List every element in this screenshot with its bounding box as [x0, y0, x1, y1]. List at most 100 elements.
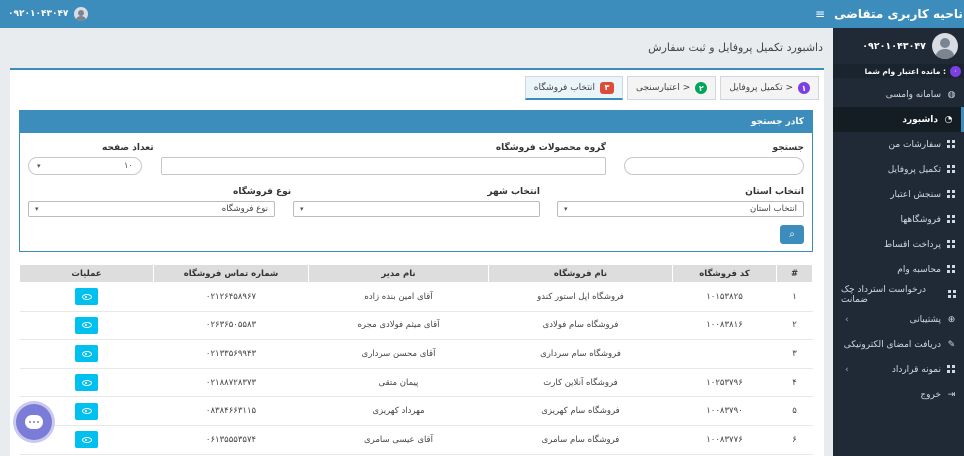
tab-select-store[interactable]: ۳ انتخاب فروشگاه: [524, 76, 623, 100]
product-group-input[interactable]: [161, 157, 606, 175]
sidebar-item-label: داشبورد: [902, 114, 938, 125]
table-header-row: # کد فروشگاه نام فروشگاه نام مدیر شماره …: [19, 264, 813, 283]
hamburger-menu-icon[interactable]: ≡: [815, 7, 825, 21]
sidebar-item-loan-calc[interactable]: محاسبه وام: [833, 257, 964, 282]
store-type-select[interactable]: نوع فروشگاه ▾: [28, 201, 275, 217]
tab-label: تکمیل پروفایل >: [729, 83, 793, 93]
stores-table: # کد فروشگاه نام فروشگاه نام مدیر شماره …: [19, 264, 813, 455]
view-button[interactable]: [75, 374, 98, 392]
search-icon: ⌕: [789, 229, 795, 240]
sidebar-item-stores[interactable]: فروشگاهها: [833, 207, 964, 232]
top-user-menu[interactable]: ۰۹۲۰۱۰۴۳۰۴۷: [8, 7, 89, 21]
dashboard-icon: ◔: [944, 114, 953, 125]
sidebar-item-label: درخواست استرداد چک ضمانت: [841, 284, 927, 305]
tab-credit-check[interactable]: ۲ اعتبارسنجی >: [626, 76, 717, 100]
sidebar-item-dashboard[interactable]: داشبورد ◔: [833, 107, 964, 132]
col-header-actions: عملیات: [19, 264, 154, 283]
view-button[interactable]: [75, 431, 98, 449]
product-group-label: گروه محصولات فروشگاه: [495, 143, 606, 153]
store-code: ۱۰۰۸۳۷۷۶: [672, 425, 777, 455]
store-name: فروشگاه سام سامری: [488, 425, 673, 455]
eye-icon: [81, 379, 92, 386]
sidebar-user-phone: ۰۹۲۰۱۰۴۳۰۴۷: [862, 40, 926, 52]
grid-icon: [947, 140, 956, 149]
eye-icon: [81, 408, 92, 415]
search-panel: کادر جستجو جستجو گروه محصولات فروشگاه تع…: [19, 110, 813, 252]
chevron-down-icon: ▾: [35, 205, 39, 213]
view-button[interactable]: [75, 316, 98, 334]
sidebar-item-my-orders[interactable]: سفارشات من: [833, 132, 964, 157]
store-code: ۱۰۰۸۳۸۱۶: [672, 311, 777, 341]
table-row: ۵ ۱۰۰۸۳۷۹۰ فروشگاه سام کهریزی مهرداد کهر…: [19, 396, 813, 426]
table-row: ۴ ۱۰۲۵۳۷۹۶ فروشگاه آنلاین کارت پیمان متق…: [19, 368, 813, 398]
col-header-store-code: کد فروشگاه: [672, 264, 777, 283]
store-code: ۱۰۱۵۳۸۲۵: [672, 282, 777, 312]
credit-badge: ۰: [950, 65, 961, 77]
main-content: داشبورد تکمیل پروفایل و ثبت سفارش ۱ تکمی…: [0, 28, 833, 456]
sidebar-item-logout[interactable]: خروج ⇥: [833, 382, 964, 407]
tab-label: اعتبارسنجی >: [635, 83, 691, 93]
grid-icon: [947, 265, 956, 274]
store-phone: ۰۸۳۸۴۶۶۳۱۱۵: [153, 396, 309, 426]
chevron-left-icon: ‹: [845, 314, 849, 325]
sidebar: ناحیه کاربری متقاضی ۰۹۲۰۱۰۴۳۰۴۷ مانده اع…: [833, 0, 964, 456]
grid-icon: [947, 240, 956, 249]
sidebar-item-label: خروج: [920, 389, 941, 400]
col-header-manager: نام مدیر: [308, 264, 489, 283]
table-row: ۳ فروشگاه سام سرداری آقای محسن سرداری ۰۲…: [19, 339, 813, 369]
city-label: انتخاب شهر: [487, 187, 540, 197]
eye-icon: [81, 322, 92, 329]
view-button[interactable]: [75, 402, 98, 420]
sidebar-item-installments[interactable]: پرداخت اقساط: [833, 232, 964, 257]
tab-label: انتخاب فروشگاه: [533, 82, 595, 93]
chevron-down-icon: ▾: [37, 162, 41, 170]
store-phone: ۰۲۱۸۸۷۲۸۳۷۳: [153, 368, 309, 398]
eye-icon: [81, 350, 92, 357]
sidebar-item-sample-contract[interactable]: ‹ نمونه قرارداد: [833, 357, 964, 382]
sidebar-item-support[interactable]: ‹ پشتیبانی ⊕: [833, 307, 964, 332]
table-row: ۲ ۱۰۰۸۳۸۱۶ فروشگاه سام فولادی آقای میثم …: [19, 311, 813, 341]
view-button[interactable]: [75, 345, 98, 363]
store-name: فروشگاه سام فولادی: [488, 311, 673, 341]
store-type-label: نوع فروشگاه: [233, 187, 292, 197]
page-title: داشبورد تکمیل پروفایل و ثبت سفارش: [648, 40, 823, 54]
step-number-badge: ۳: [599, 81, 614, 94]
sidebar-item-cheque-return[interactable]: درخواست استرداد چک ضمانت: [833, 282, 964, 307]
province-label: انتخاب استان: [745, 187, 804, 197]
sidebar-brand[interactable]: ناحیه کاربری متقاضی: [833, 0, 964, 28]
province-select[interactable]: انتخاب استان ▾: [557, 201, 804, 217]
sidebar-item-label: سفارشات من: [888, 139, 941, 150]
store-name: فروشگاه سام کهریزی: [488, 396, 673, 426]
search-input[interactable]: [624, 157, 804, 175]
view-button[interactable]: [75, 288, 98, 306]
row-index: ۱: [776, 282, 813, 312]
manager-name: آقای امین بنده زاده: [308, 282, 489, 312]
vamsi-icon: ◍: [947, 89, 956, 100]
sidebar-item-complete-profile[interactable]: تکمیل پروفایل: [833, 157, 964, 182]
row-index: ۶: [776, 425, 813, 455]
top-navbar: ۰۹۲۰۱۰۴۳۰۴۷ ≡: [0, 0, 833, 28]
search-panel-title: کادر جستجو: [20, 111, 812, 133]
content-box: ۱ تکمیل پروفایل > ۲ اعتبارسنجی > ۳ انتخا…: [10, 68, 824, 456]
user-avatar-icon: [932, 33, 958, 59]
row-index: ۴: [776, 368, 813, 398]
page-size-value: ۱۰: [123, 161, 133, 171]
chat-widget-button[interactable]: [16, 404, 52, 440]
city-select[interactable]: ▾: [293, 201, 540, 217]
sidebar-item-vamsi[interactable]: سامانه وامسی ◍: [833, 82, 964, 107]
sidebar-item-e-signature[interactable]: دریافت امضای الکترونیکی ✎: [833, 332, 964, 357]
eye-icon: [81, 293, 92, 300]
page-size-label: تعداد صفحه: [102, 143, 154, 153]
sidebar-item-label: نمونه قرارداد: [891, 364, 941, 375]
chevron-down-icon: ▾: [564, 205, 568, 213]
sidebar-item-credit-check[interactable]: سنجش اعتبار: [833, 182, 964, 207]
tab-complete-profile[interactable]: ۱ تکمیل پروفایل >: [720, 76, 819, 100]
sidebar-item-label: سامانه وامسی: [885, 89, 941, 100]
grid-icon: [948, 290, 956, 299]
col-header-store-name: نام فروشگاه: [488, 264, 673, 283]
manager-name: پیمان متقی: [308, 368, 489, 398]
page-size-select[interactable]: ▾ ۱۰: [28, 157, 142, 175]
page-header: داشبورد تکمیل پروفایل و ثبت سفارش: [0, 28, 833, 66]
search-button[interactable]: ⌕: [780, 225, 804, 244]
row-index: ۳: [776, 339, 813, 369]
